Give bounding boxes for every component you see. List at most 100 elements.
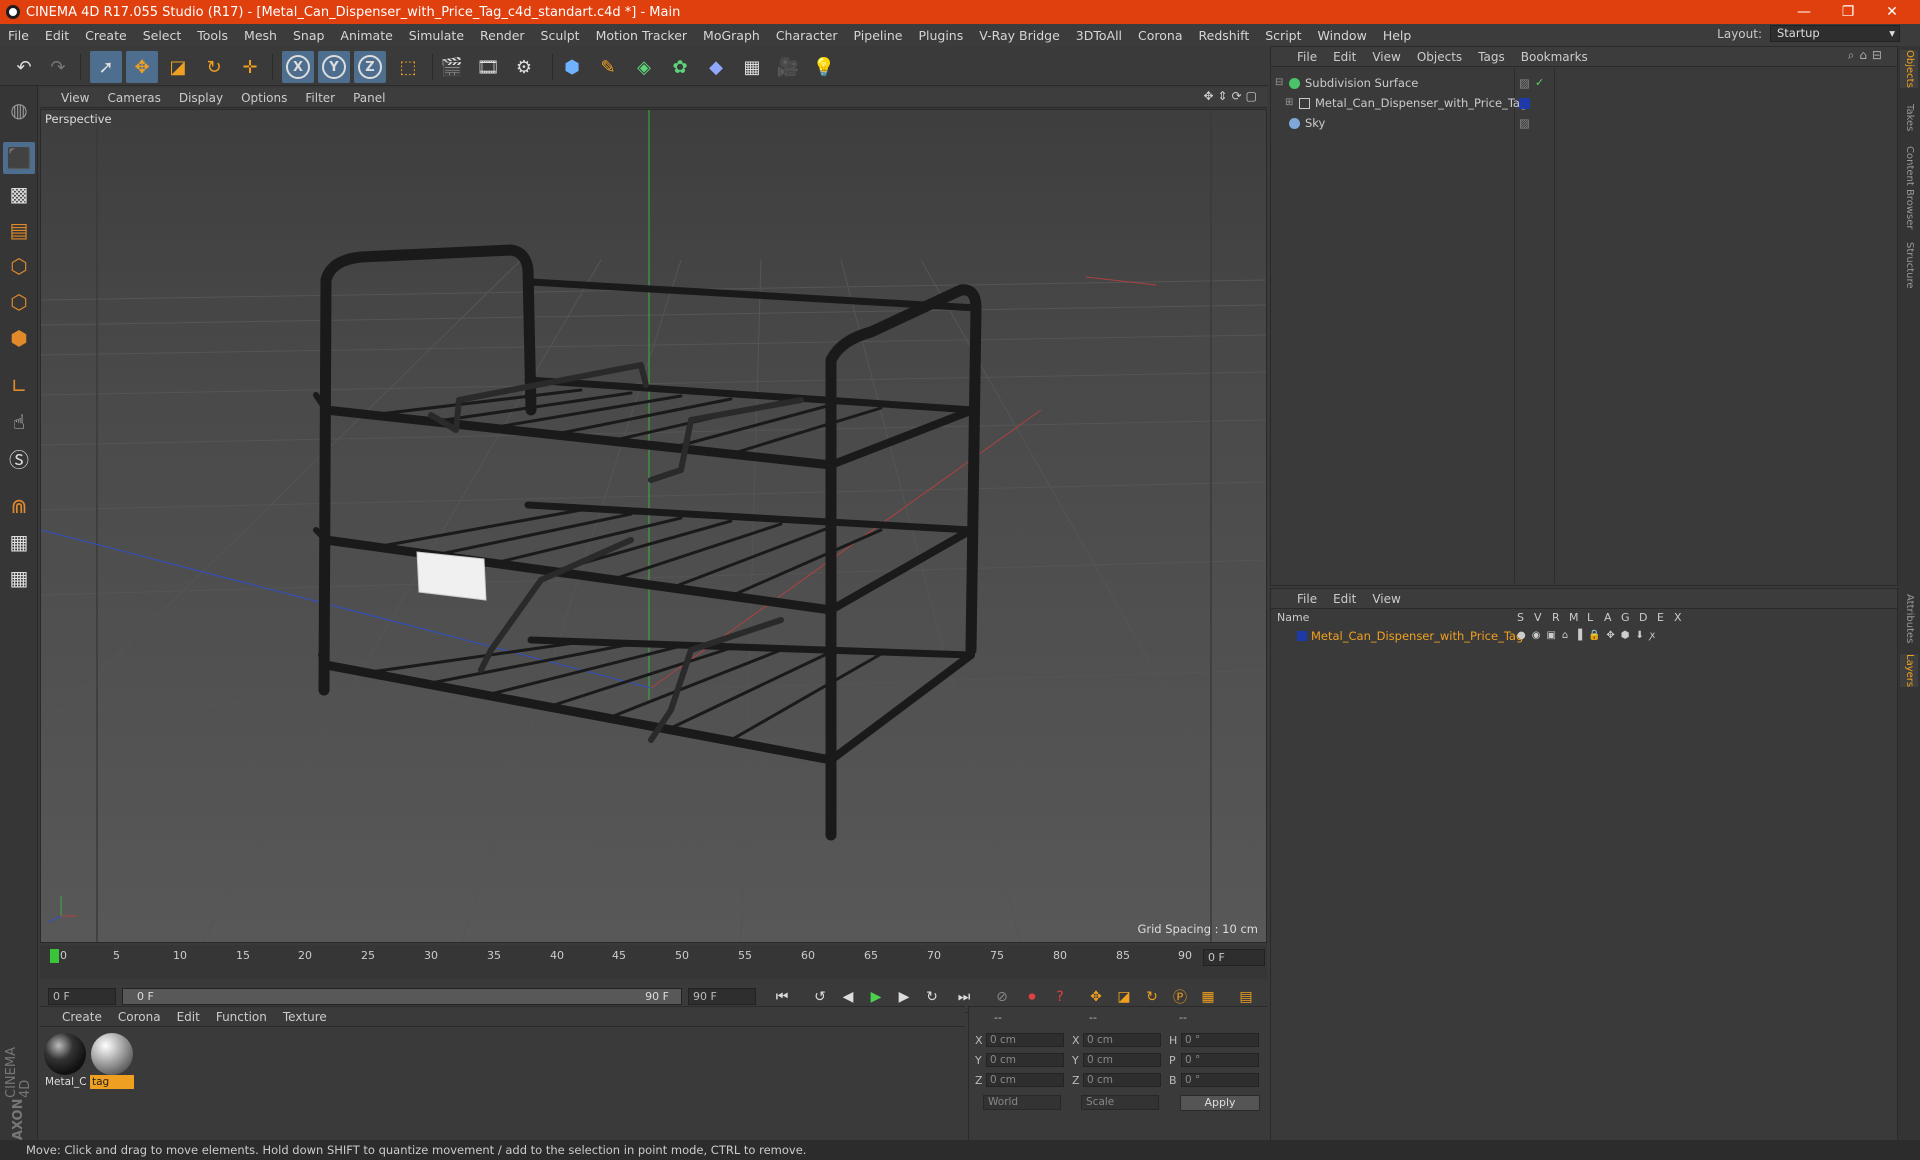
menu-simulate[interactable]: Simulate [401, 28, 472, 43]
grid-lock-icon[interactable]: ▦ [3, 526, 35, 558]
tab-attributes[interactable]: Attributes [1900, 594, 1918, 643]
restore-button[interactable]: ❐ [1826, 0, 1870, 24]
material-menu-function[interactable]: Function [208, 1010, 275, 1024]
layer-toggle-icons[interactable]: ●◉▣⌂▐🔒✥⬢⬇ꭗ [1517, 628, 1661, 644]
menu-corona[interactable]: Corona [1130, 28, 1190, 43]
minimize-button[interactable]: — [1782, 0, 1826, 24]
coordinate-mode-dropdown[interactable]: Scale [1081, 1095, 1159, 1110]
tab-structure[interactable]: Structure [1900, 242, 1918, 289]
viewport-menu-cameras[interactable]: Cameras [98, 91, 169, 105]
rotation-h-field[interactable]: 0 ° [1181, 1033, 1259, 1047]
model-mode-icon[interactable]: ◍ [3, 94, 35, 126]
objects-menu-bookmarks[interactable]: Bookmarks [1513, 50, 1596, 64]
close-button[interactable]: ✕ [1870, 0, 1914, 24]
rotate-icon[interactable]: ↻ [198, 51, 230, 83]
end-frame-field[interactable]: 90 F [688, 988, 756, 1005]
objects-menu-tags[interactable]: Tags [1470, 50, 1513, 64]
object-row-dispenser[interactable]: ⊞ Metal_Can_Dispenser_with_Price_Tag [1271, 93, 1899, 113]
objects-menu-objects[interactable]: Objects [1409, 50, 1470, 64]
size-z-field[interactable]: 0 cm [1083, 1073, 1161, 1087]
magnet-icon[interactable]: ⋒ [3, 490, 35, 522]
menu-3dtoall[interactable]: 3DToAll [1068, 28, 1130, 43]
object-row-sky[interactable]: Sky ▨ [1271, 113, 1899, 133]
layers-menu-file[interactable]: File [1289, 592, 1325, 606]
menu-snap[interactable]: Snap [285, 28, 332, 43]
layer-row[interactable]: Metal_Can_Dispenser_with_Price_Tag ●◉▣⌂▐… [1271, 628, 1899, 644]
rotation-p-field[interactable]: 0 ° [1181, 1053, 1259, 1067]
menu-render[interactable]: Render [472, 28, 533, 43]
z-axis-lock-button[interactable]: Z [354, 51, 386, 83]
menu-sculpt[interactable]: Sculpt [533, 28, 588, 43]
undo-icon[interactable]: ↶ [8, 51, 40, 83]
coordinate-space-dropdown[interactable]: World [983, 1095, 1061, 1110]
frame-range-slider[interactable]: 0 F 90 F [122, 988, 682, 1005]
menu-redshift[interactable]: Redshift [1191, 28, 1258, 43]
x-axis-lock-button[interactable]: X [282, 51, 314, 83]
rotation-b-field[interactable]: 0 ° [1181, 1073, 1259, 1087]
axis-mode-icon[interactable]: ∟ [3, 370, 35, 402]
size-x-field[interactable]: 0 cm [1083, 1033, 1161, 1047]
material-menu-corona[interactable]: Corona [110, 1010, 169, 1024]
object-row-subdivision[interactable]: ⊟ Subdivision Surface ▨ ✓ [1271, 73, 1899, 93]
menu-mograph[interactable]: MoGraph [695, 28, 768, 43]
coordinate-system-icon[interactable]: ⬚ [392, 51, 424, 83]
position-y-field[interactable]: 0 cm [986, 1053, 1064, 1067]
menu-script[interactable]: Script [1257, 28, 1309, 43]
menu-create[interactable]: Create [77, 28, 135, 43]
menu-file[interactable]: File [0, 28, 37, 43]
camera-icon[interactable]: 🎥 [772, 51, 804, 83]
playhead-marker[interactable] [50, 949, 59, 963]
tab-content-browser[interactable]: Content Browser [1900, 146, 1918, 229]
timeline-ruler[interactable]: 0 5 10 15 20 25 30 35 40 45 50 55 60 65 … [40, 945, 1267, 979]
material-swatch-tag[interactable]: tag [90, 1033, 134, 1091]
position-x-field[interactable]: 0 cm [986, 1033, 1064, 1047]
material-menu-create[interactable]: Create [54, 1010, 110, 1024]
subdivision-surface-icon[interactable]: ◈ [628, 51, 660, 83]
perspective-viewport[interactable]: Perspective Grid Spacing : 10 cm [40, 109, 1267, 943]
deformer-icon[interactable]: ◆ [700, 51, 732, 83]
objects-menu-file[interactable]: File [1289, 50, 1325, 64]
layers-menu-edit[interactable]: Edit [1325, 592, 1364, 606]
material-menu-texture[interactable]: Texture [275, 1010, 335, 1024]
menu-window[interactable]: Window [1310, 28, 1375, 43]
menu-character[interactable]: Character [768, 28, 846, 43]
layers-menu-view[interactable]: View [1364, 592, 1408, 606]
grid-snap-icon[interactable]: ▦ [3, 562, 35, 594]
current-frame-field[interactable]: 0 F [1203, 949, 1265, 966]
render-settings-icon[interactable]: ⚙ [508, 51, 540, 83]
floor-grid-icon[interactable]: ▦ [736, 51, 768, 83]
tweak-mode-icon[interactable]: ☝ [3, 406, 35, 438]
menu-edit[interactable]: Edit [37, 28, 77, 43]
viewport-menu-display[interactable]: Display [170, 91, 232, 105]
transform-icon[interactable]: ✛ [234, 51, 266, 83]
render-view-icon[interactable]: 🎬 [436, 51, 468, 83]
tab-layers[interactable]: Layers [1900, 654, 1918, 688]
layer-color-swatch[interactable] [1297, 631, 1307, 641]
tab-takes[interactable]: Takes [1900, 104, 1918, 131]
menu-plugins[interactable]: Plugins [910, 28, 971, 43]
objects-menu-edit[interactable]: Edit [1325, 50, 1364, 64]
menu-pipeline[interactable]: Pipeline [846, 28, 911, 43]
menu-select[interactable]: Select [135, 28, 190, 43]
apply-button[interactable]: Apply [1180, 1095, 1260, 1111]
viewport-menu-panel[interactable]: Panel [344, 91, 394, 105]
enabled-check-icon[interactable]: ✓ [1535, 73, 1544, 93]
polygons-mode-icon[interactable]: ⬢ [3, 322, 35, 354]
edges-mode-icon[interactable]: ⬡ [3, 286, 35, 318]
move-icon[interactable]: ✥ [126, 51, 158, 83]
menu-vray-bridge[interactable]: V-Ray Bridge [971, 28, 1068, 43]
position-z-field[interactable]: 0 cm [986, 1073, 1064, 1087]
pen-spline-icon[interactable]: ✎ [592, 51, 624, 83]
snap-s-icon[interactable]: Ⓢ [3, 442, 35, 474]
menu-help[interactable]: Help [1375, 28, 1420, 43]
start-frame-field[interactable]: 0 F [48, 988, 116, 1005]
y-axis-lock-button[interactable]: Y [318, 51, 350, 83]
viewport-menu-view[interactable]: View [52, 91, 98, 105]
objects-search-icon[interactable]: ⌕⌂⊟ [1848, 48, 1887, 63]
object-mode-icon[interactable]: ⬛ [3, 142, 35, 174]
workplane-icon[interactable]: ▤ [3, 214, 35, 246]
size-y-field[interactable]: 0 cm [1083, 1053, 1161, 1067]
scale-icon[interactable]: ◪ [162, 51, 194, 83]
material-menu-edit[interactable]: Edit [169, 1010, 208, 1024]
viewport-menu-filter[interactable]: Filter [296, 91, 344, 105]
